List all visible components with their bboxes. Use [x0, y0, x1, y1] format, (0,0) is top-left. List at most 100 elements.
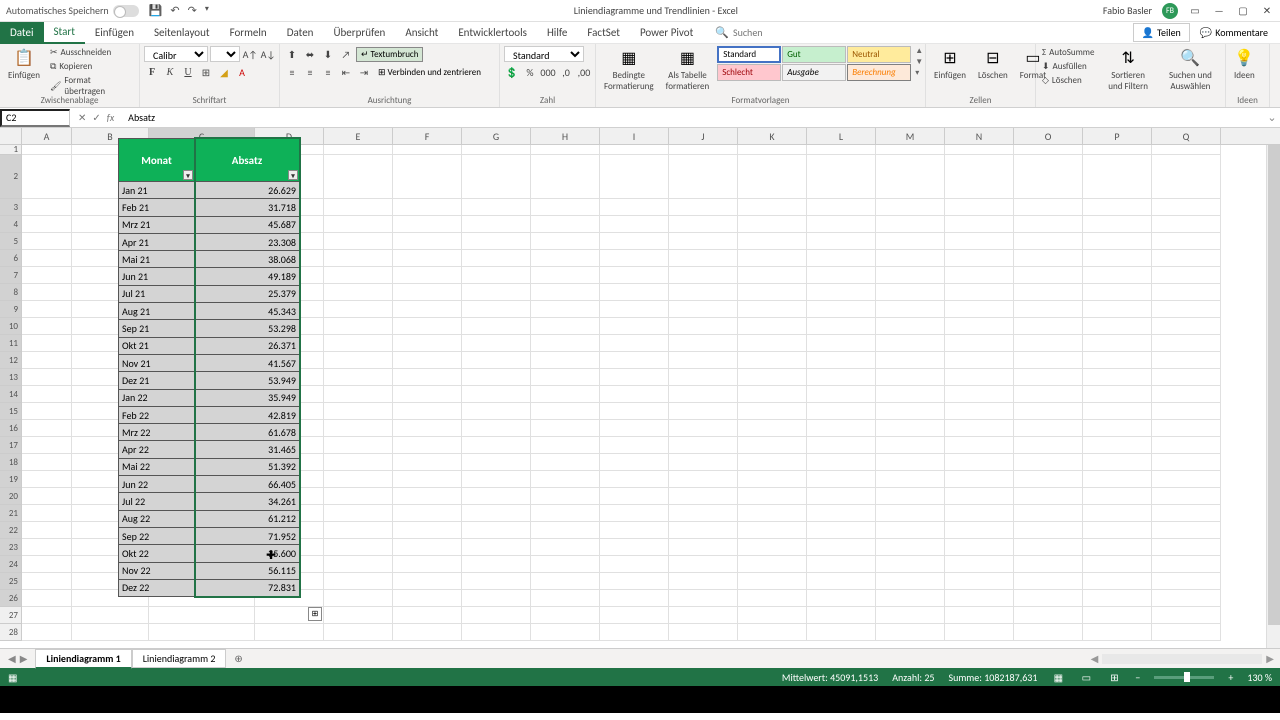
cell-A21[interactable]	[22, 505, 72, 522]
cell-L5[interactable]	[807, 233, 876, 250]
cell-F5[interactable]	[393, 233, 462, 250]
cell-P18[interactable]	[1083, 454, 1152, 471]
table-cell-month[interactable]: Okt 22	[118, 545, 195, 562]
align-center-button[interactable]: ≡	[302, 64, 318, 80]
cell-I3[interactable]	[600, 199, 669, 216]
cell-L14[interactable]	[807, 386, 876, 403]
cell-N2[interactable]	[945, 155, 1014, 199]
cell-E25[interactable]	[324, 573, 393, 590]
cell-E27[interactable]	[324, 607, 393, 624]
cell-E14[interactable]	[324, 386, 393, 403]
conditional-formatting-button[interactable]: ▦ Bedingte Formatierung	[600, 46, 658, 94]
cell-N11[interactable]	[945, 335, 1014, 352]
col-header-L[interactable]: L	[807, 128, 876, 145]
cell-J14[interactable]	[669, 386, 738, 403]
cell-Q26[interactable]	[1152, 590, 1221, 607]
col-header-G[interactable]: G	[462, 128, 531, 145]
cell-N5[interactable]	[945, 233, 1014, 250]
sheet-next-icon[interactable]: ▶	[20, 652, 28, 665]
cell-I12[interactable]	[600, 352, 669, 369]
cell-A28[interactable]	[22, 624, 72, 641]
cell-P24[interactable]	[1083, 556, 1152, 573]
spreadsheet-grid[interactable]: 1234567891011121314151617181920212223242…	[0, 128, 1280, 648]
cell-M25[interactable]	[876, 573, 945, 590]
col-header-F[interactable]: F	[393, 128, 462, 145]
cell-A2[interactable]	[22, 155, 72, 199]
cell-F20[interactable]	[393, 488, 462, 505]
table-row[interactable]: Apr 2123.308	[118, 234, 300, 251]
cell-M23[interactable]	[876, 539, 945, 556]
cell-A13[interactable]	[22, 369, 72, 386]
table-header-absatz[interactable]: Absatz ▾	[195, 138, 300, 182]
cell-F19[interactable]	[393, 471, 462, 488]
cell-O2[interactable]	[1014, 155, 1083, 199]
cell-G26[interactable]	[462, 590, 531, 607]
cell-K7[interactable]	[738, 267, 807, 284]
cell-E19[interactable]	[324, 471, 393, 488]
cell-O16[interactable]	[1014, 420, 1083, 437]
cell-O26[interactable]	[1014, 590, 1083, 607]
cell-K18[interactable]	[738, 454, 807, 471]
style-neutral[interactable]: Neutral	[847, 46, 911, 63]
cell-F7[interactable]	[393, 267, 462, 284]
cell-E7[interactable]	[324, 267, 393, 284]
cell-N20[interactable]	[945, 488, 1014, 505]
cell-N17[interactable]	[945, 437, 1014, 454]
cell-E13[interactable]	[324, 369, 393, 386]
cell-Q15[interactable]	[1152, 403, 1221, 420]
cell-G2[interactable]	[462, 155, 531, 199]
cell-L9[interactable]	[807, 301, 876, 318]
cell-P26[interactable]	[1083, 590, 1152, 607]
cell-K2[interactable]	[738, 155, 807, 199]
orientation-button[interactable]: ↗	[338, 46, 354, 62]
cell-J19[interactable]	[669, 471, 738, 488]
cell-L1[interactable]	[807, 145, 876, 155]
cell-G13[interactable]	[462, 369, 531, 386]
cell-P16[interactable]	[1083, 420, 1152, 437]
row-header-25[interactable]: 25	[0, 573, 21, 590]
paste-button[interactable]: 📋 Einfügen	[4, 46, 44, 83]
cell-K4[interactable]	[738, 216, 807, 233]
cell-J25[interactable]	[669, 573, 738, 590]
font-color-button[interactable]: A	[234, 64, 250, 80]
table-cell-value[interactable]: 45.343	[195, 303, 300, 320]
cell-P15[interactable]	[1083, 403, 1152, 420]
cell-M6[interactable]	[876, 250, 945, 267]
cell-P21[interactable]	[1083, 505, 1152, 522]
table-cell-month[interactable]: Jan 22	[118, 390, 195, 407]
font-name-select[interactable]: Calibri	[144, 46, 208, 62]
cell-G4[interactable]	[462, 216, 531, 233]
cell-L23[interactable]	[807, 539, 876, 556]
table-cell-value[interactable]: 53.949	[195, 372, 300, 389]
cell-E28[interactable]	[324, 624, 393, 641]
cell-N19[interactable]	[945, 471, 1014, 488]
cell-J6[interactable]	[669, 250, 738, 267]
filter-monat-button[interactable]: ▾	[183, 170, 193, 180]
cell-I28[interactable]	[600, 624, 669, 641]
cell-K22[interactable]	[738, 522, 807, 539]
style-ausgabe[interactable]: Ausgabe	[782, 64, 846, 81]
cell-O5[interactable]	[1014, 233, 1083, 250]
cell-J24[interactable]	[669, 556, 738, 573]
cell-G23[interactable]	[462, 539, 531, 556]
cell-J26[interactable]	[669, 590, 738, 607]
cell-P23[interactable]	[1083, 539, 1152, 556]
zoom-out-icon[interactable]: −	[1135, 671, 1140, 684]
insert-cells-button[interactable]: ⊞Einfügen	[930, 46, 970, 83]
cell-N9[interactable]	[945, 301, 1014, 318]
cell-K16[interactable]	[738, 420, 807, 437]
table-cell-value[interactable]: 42.819	[195, 407, 300, 424]
cell-E6[interactable]	[324, 250, 393, 267]
thousands-button[interactable]: 000	[540, 64, 556, 80]
cell-G28[interactable]	[462, 624, 531, 641]
table-row[interactable]: Sep 2153.298	[118, 320, 300, 337]
ideas-button[interactable]: 💡Ideen	[1230, 46, 1259, 83]
cell-F28[interactable]	[393, 624, 462, 641]
row-header-3[interactable]: 3	[0, 199, 21, 216]
cell-N7[interactable]	[945, 267, 1014, 284]
cell-J7[interactable]	[669, 267, 738, 284]
table-cell-month[interactable]: Mai 22	[118, 459, 195, 476]
cell-I21[interactable]	[600, 505, 669, 522]
style-schlecht[interactable]: Schlecht	[717, 64, 781, 81]
copy-button[interactable]: ⧉Kopieren	[48, 60, 135, 73]
